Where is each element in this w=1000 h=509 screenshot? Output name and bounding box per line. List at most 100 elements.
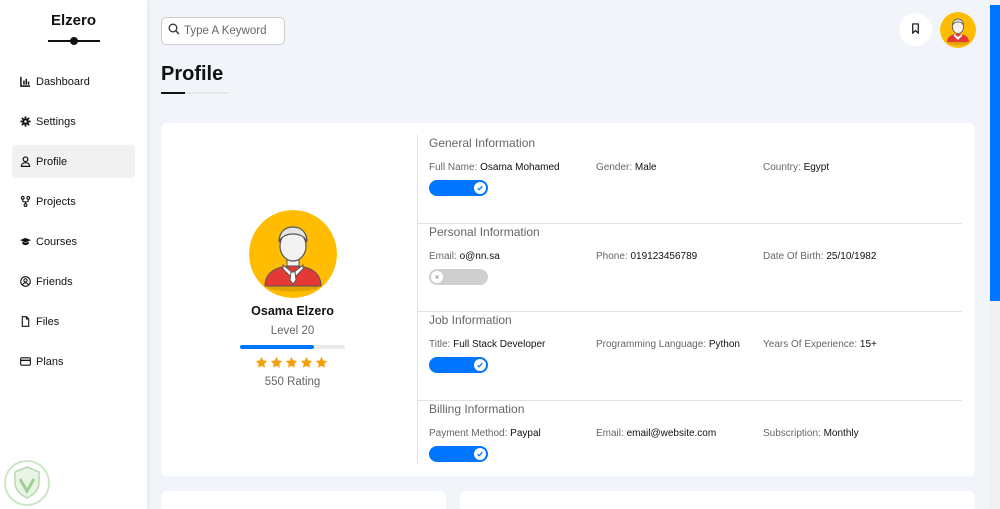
sidebar-item-dashboard[interactable]: Dashboard	[12, 65, 135, 98]
field-label: Gender:	[596, 162, 633, 173]
bookmark-icon	[910, 21, 921, 39]
section-title: Job Information	[429, 313, 512, 327]
job-info-toggle[interactable]	[429, 357, 488, 373]
brand-decoration	[47, 37, 100, 45]
check-icon	[477, 451, 483, 457]
section-title: General Information	[429, 136, 536, 150]
star-icon	[270, 356, 283, 368]
sidebar-item-files[interactable]: Files	[12, 305, 135, 338]
user-icon	[20, 156, 31, 167]
sidebar-item-label: Profile	[36, 155, 68, 168]
general-info-section: General Information Full Name: Osama Moh…	[418, 135, 962, 224]
credit-card-icon	[20, 356, 31, 367]
graduation-cap-icon	[20, 236, 31, 247]
sidebar-item-label: Plans	[36, 355, 64, 368]
page-title: Profile	[161, 63, 224, 85]
sidebar-item-label: Files	[36, 315, 60, 328]
sidebar-item-profile[interactable]: Profile	[12, 145, 135, 178]
billing-info-toggle[interactable]	[429, 445, 488, 462]
field-label: Phone:	[596, 250, 628, 262]
sidebar-item-projects[interactable]: Projects	[12, 185, 135, 218]
user-circle-icon	[20, 276, 31, 287]
field-value: Python	[708, 339, 740, 350]
field-value: Paypal	[510, 427, 541, 439]
star-rating	[255, 356, 328, 369]
field-value: Full Stack Developer	[453, 339, 546, 350]
info-field: Email: o@nn.sa	[429, 251, 500, 262]
info-field: Country: Egypt	[763, 162, 829, 173]
field-value: 15+	[859, 339, 877, 350]
sidebar-item-label: Friends	[36, 275, 73, 288]
field-label: Programming Language:	[596, 339, 707, 350]
general-info-toggle[interactable]	[429, 180, 488, 196]
field-value: o@nn.sa	[459, 250, 500, 262]
profile-avatar	[249, 210, 337, 298]
chart-icon	[20, 76, 31, 87]
search-input[interactable]	[184, 25, 279, 37]
personal-info-toggle[interactable]	[429, 268, 488, 285]
profile-rating: 550 Rating	[264, 376, 321, 388]
field-value: email@website.com	[626, 427, 717, 439]
profile-name: Osama Elzero	[251, 304, 334, 318]
field-label: Title:	[429, 339, 451, 350]
info-field: Date Of Birth: 25/10/1982	[763, 251, 876, 262]
search-icon	[168, 22, 184, 40]
x-icon	[435, 274, 439, 279]
branch-icon	[20, 196, 31, 207]
page-scrollbar[interactable]	[990, 0, 1000, 509]
title-underline	[161, 92, 229, 94]
field-label: Email:	[429, 250, 457, 262]
bookmark-button[interactable]	[899, 13, 932, 46]
toggle-knob	[474, 182, 486, 194]
info-field: Phone: 019123456789	[596, 251, 697, 262]
field-label: Country:	[763, 162, 801, 173]
avatar[interactable]	[940, 12, 976, 48]
level-progress-fill	[240, 345, 314, 349]
sidebar-item-plans[interactable]: Plans	[12, 345, 135, 378]
info-field: Subscription: Monthly	[763, 428, 859, 439]
info-field: Title: Full Stack Developer	[429, 339, 545, 350]
sidebar-item-label: Projects	[36, 195, 76, 208]
billing-info-section: Billing Information Payment Method: Payp…	[418, 401, 962, 490]
field-label: Subscription:	[763, 427, 821, 439]
star-icon	[300, 356, 313, 368]
field-value: Osama Mohamed	[480, 162, 560, 173]
check-icon	[477, 362, 483, 368]
field-label: Email:	[596, 427, 624, 439]
field-value: 019123456789	[630, 250, 698, 262]
scrollbar-thumb[interactable]	[990, 5, 1000, 301]
field-label: Years Of Experience:	[763, 339, 858, 350]
sidebar-nav: Dashboard Settings Profile Projects Cour…	[0, 65, 147, 378]
info-field: Years Of Experience: 15+	[763, 339, 877, 350]
profile-info-sections: General Information Full Name: Osama Moh…	[418, 135, 962, 489]
info-field: Full Name: Osama Mohamed	[429, 162, 560, 173]
toggle-knob	[474, 359, 486, 371]
field-label: Full Name:	[429, 162, 478, 173]
sidebar-item-settings[interactable]: Settings	[12, 105, 135, 138]
field-label: Date Of Birth:	[763, 250, 824, 262]
toggle-knob	[431, 270, 443, 283]
search-box[interactable]	[161, 17, 285, 45]
star-icon	[315, 356, 328, 368]
profile-level: Level 20	[270, 325, 315, 337]
profile-summary: Osama Elzero Level 20 550 Rating	[161, 123, 417, 476]
toggle-knob	[474, 447, 486, 460]
sidebar-item-courses[interactable]: Courses	[12, 225, 135, 258]
skills-card	[161, 491, 446, 509]
section-title: Personal Information	[429, 224, 540, 239]
check-icon	[477, 185, 483, 191]
sidebar-item-friends[interactable]: Friends	[12, 265, 135, 298]
section-title: Billing Information	[429, 401, 525, 416]
field-value: Egypt	[803, 162, 830, 173]
star-icon	[285, 356, 298, 368]
field-value: Monthly	[823, 427, 859, 439]
field-value: 25/10/1982	[826, 250, 877, 262]
field-label: Payment Method:	[429, 427, 508, 439]
personal-info-section: Personal Information Email: o@nn.sa Phon…	[418, 224, 962, 312]
star-icon	[255, 356, 268, 368]
brand-logo[interactable]: Elzero	[0, 12, 147, 29]
sidebar-item-label: Settings	[36, 115, 76, 128]
file-icon	[20, 316, 31, 327]
info-field: Programming Language: Python	[596, 339, 740, 350]
field-value: Male	[634, 162, 657, 173]
